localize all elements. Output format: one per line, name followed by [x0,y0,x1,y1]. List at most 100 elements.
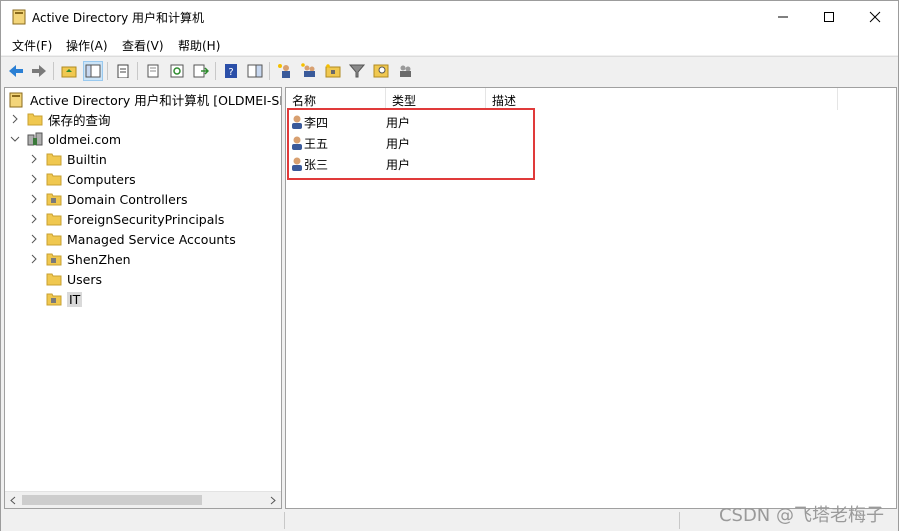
folder-icon [46,232,62,246]
chevron-right-icon[interactable] [28,153,40,165]
find-icon [373,64,389,78]
menu-view[interactable]: 查看(V) [122,37,164,54]
tree-root[interactable]: Active Directory 用户和计算机 [OLDMEI-SER [9,89,282,109]
watermark: CSDN @飞塔老梅子 [718,505,884,526]
clipboard-icon [117,64,129,78]
forward-arrow-icon [32,65,46,77]
back-arrow-icon [9,65,23,77]
ou-folder-icon [46,192,62,206]
chevron-right-icon[interactable] [28,173,40,185]
help-icon: ? [225,64,237,78]
export-icon [193,64,209,78]
status-segment [284,512,285,529]
tree-item-label: Domain Controllers [67,191,188,207]
chevron-right-icon[interactable] [28,253,40,265]
tree-item-label: oldmei.com [48,131,122,147]
tree-item-label: ForeignSecurityPrincipals [67,211,225,227]
window-title: Active Directory 用户和计算机 [32,11,205,25]
close-icon [869,11,881,23]
tree-item-label: 保存的查询 [48,112,111,128]
add-to-group-icon [400,65,411,77]
menu-file[interactable]: 文件(F) [12,37,52,54]
folder-icon [46,272,62,286]
tree-item-label: Managed Service Accounts [67,231,236,247]
folder-icon [46,212,62,226]
properties-button[interactable] [113,61,133,81]
scrollbar-thumb[interactable] [22,495,202,505]
action-pane-icon [247,64,263,78]
tree-root-label: Active Directory 用户和计算机 [OLDMEI-SER [30,92,282,108]
refresh-icon [170,64,184,78]
find-button[interactable] [371,61,391,81]
help-button[interactable]: ? [221,61,241,81]
chevron-down-icon[interactable] [9,133,21,145]
tree-item-managed-service-accounts[interactable]: Managed Service Accounts [28,229,236,249]
tree-item-foreign-security-principals[interactable]: ForeignSecurityPrincipals [28,209,224,229]
highlight-box [287,108,535,180]
chevron-right-icon[interactable] [28,233,40,245]
new-group-button[interactable] [299,61,319,81]
domain-icon [27,132,43,146]
new-user-icon [278,64,290,78]
svg-text:?: ? [228,67,233,78]
show-hide-action-pane-button[interactable] [245,61,265,81]
tree-item-domain-controllers[interactable]: Domain Controllers [28,189,187,209]
back-button[interactable] [6,61,26,81]
column-header-description[interactable]: 描述 [486,88,838,110]
new-user-button[interactable] [275,61,295,81]
chevron-right-icon[interactable] [28,193,40,205]
menu-bar: 文件(F) 操作(A) 查看(V) 帮助(H) [1,33,898,55]
new-ou-icon [325,64,341,78]
export-list-button[interactable] [191,61,211,81]
ad-app-icon [12,9,26,25]
up-folder-button[interactable] [59,61,79,81]
tree-item-label: Computers [67,171,136,187]
tree-item-saved-queries[interactable]: 保存的查询 [9,109,111,129]
tree-item-shenzhen[interactable]: ShenZhen [28,249,131,269]
folder-up-icon [61,66,77,78]
refresh-button[interactable] [167,61,187,81]
app-window: Active Directory 用户和计算机 文件(F) 操作(A) 查看(V… [0,0,899,531]
scroll-right-icon[interactable] [269,496,277,505]
minimize-button[interactable] [760,1,806,33]
copy-button[interactable] [143,61,163,81]
filter-icon [349,64,365,78]
document-icon [147,64,159,78]
tree-item-computers[interactable]: Computers [28,169,136,189]
forward-button[interactable] [29,61,49,81]
console-tree-icon [85,64,101,78]
tree-item-domain[interactable]: oldmei.com [9,129,121,149]
menu-help[interactable]: 帮助(H) [178,37,220,54]
tree-item-label: Users [67,271,103,287]
toolbar: ? [1,56,898,84]
ad-root-icon [9,92,25,108]
tree-item-label: Builtin [67,151,107,167]
minimize-icon [778,16,788,18]
title-bar: Active Directory 用户和计算机 [1,1,898,33]
new-group-icon [301,63,315,77]
chevron-right-icon[interactable] [9,113,21,125]
console-tree[interactable]: Active Directory 用户和计算机 [OLDMEI-SER 保存的查… [4,87,282,509]
column-header-type[interactable]: 类型 [386,88,486,110]
horizontal-scrollbar[interactable] [5,491,281,508]
tree-item-label: ShenZhen [67,251,131,267]
tree-item-label: IT [67,291,83,307]
tree-item-users[interactable]: Users [46,269,102,289]
chevron-right-icon[interactable] [28,213,40,225]
close-button[interactable] [852,1,898,33]
show-console-tree-button[interactable] [83,61,103,81]
column-header-name[interactable]: 名称 [286,88,386,110]
new-ou-button[interactable] [323,61,343,81]
menu-action[interactable]: 操作(A) [66,37,108,54]
filter-button[interactable] [347,61,367,81]
maximize-icon [824,12,834,22]
add-to-group-button[interactable] [395,61,415,81]
status-segment [679,512,680,529]
ou-folder-icon [46,252,62,266]
tree-item-it[interactable]: IT [46,289,83,309]
folder-icon [46,172,62,186]
ou-folder-icon [46,292,62,306]
tree-item-builtin[interactable]: Builtin [28,149,107,169]
maximize-button[interactable] [806,1,852,33]
scroll-left-icon[interactable] [9,496,17,505]
